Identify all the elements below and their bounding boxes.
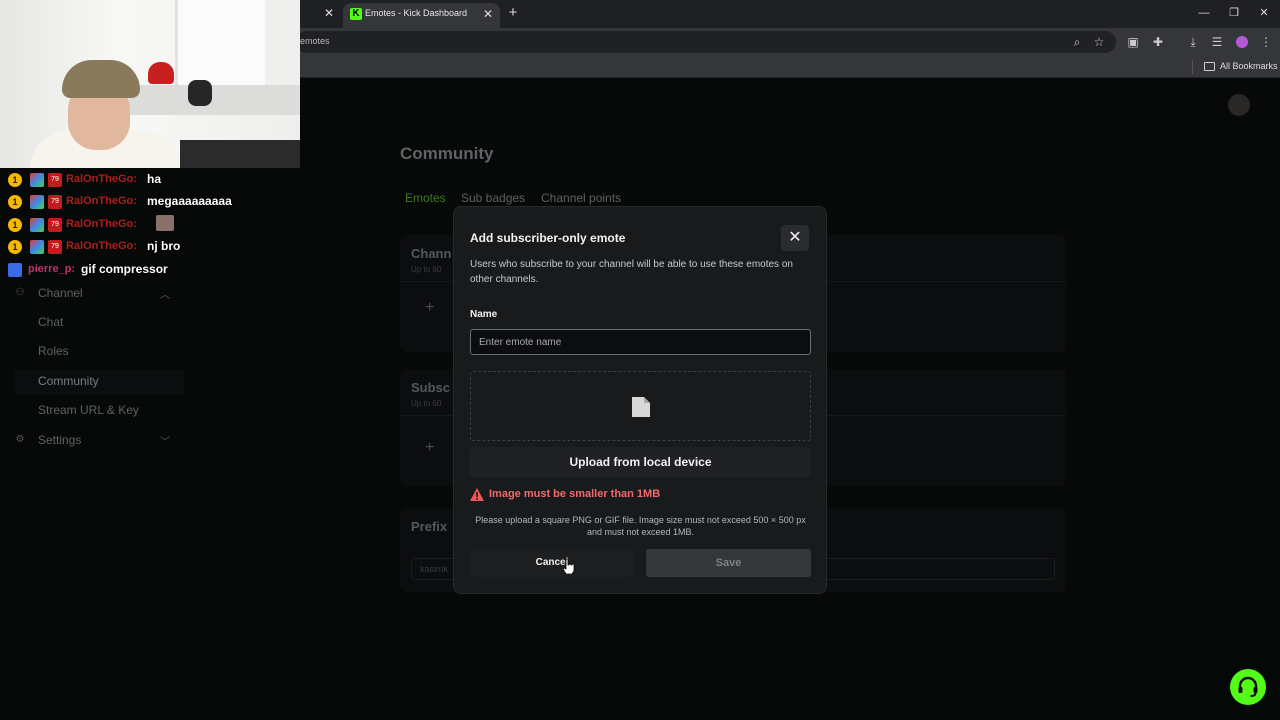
card-subtitle: Up to 60 xyxy=(411,265,442,274)
all-bookmarks-link[interactable]: All Bookmarks xyxy=(1220,61,1278,71)
badge-icon: 1 xyxy=(8,240,22,254)
badge-icon: 1 xyxy=(8,173,22,187)
chat-emote-image xyxy=(156,215,174,231)
tab-emotes[interactable]: Emotes xyxy=(405,191,446,205)
inactive-tab-close-icon[interactable]: ✕ xyxy=(322,6,336,20)
address-text: emotes xyxy=(300,36,330,46)
restore-icon[interactable]: ❐ xyxy=(1224,5,1244,21)
name-label: Name xyxy=(470,309,498,320)
chat-text: ha xyxy=(147,172,162,186)
cancel-button[interactable]: Cancel xyxy=(470,549,634,577)
sidebar-item-channel[interactable]: ⚇ Channel ︿ xyxy=(14,281,184,307)
chat-username: pierre_p: xyxy=(28,263,76,275)
card-subtitle: Up to 60 xyxy=(411,399,442,408)
bookmark-star-icon[interactable]: ☆ xyxy=(1091,34,1107,50)
hand-cursor-icon xyxy=(563,558,575,574)
card-title: Subsc xyxy=(411,380,451,395)
bookmarks-separator xyxy=(1192,60,1193,74)
chat-text: gif compressor xyxy=(81,262,168,276)
webcam-figurine xyxy=(188,80,212,106)
tab-title: Emotes - Kick Dashboard xyxy=(365,8,468,18)
chat-username: RalOnTheGo: xyxy=(66,173,137,185)
address-bar[interactable]: emotes ⌕ ☆ xyxy=(296,31,1116,53)
window-close-icon[interactable]: ✕ xyxy=(1254,5,1274,21)
sidebar-item-chat[interactable]: Chat xyxy=(14,310,184,336)
chat-message: 1 79 RalOnTheGo: megaaaaaaaaa xyxy=(8,192,308,212)
tab-close-icon[interactable]: ✕ xyxy=(481,7,495,21)
sidebar-item-roles[interactable]: Roles xyxy=(14,339,184,365)
upload-from-device-button[interactable]: Upload from local device xyxy=(470,447,811,477)
chat-text: nj bro xyxy=(147,239,181,253)
warning-icon xyxy=(470,488,484,501)
badge-icon: 1 xyxy=(8,195,22,209)
puzzle-extensions-icon[interactable]: ✚ xyxy=(1150,34,1166,50)
image-dropzone[interactable] xyxy=(470,371,811,441)
badge-icon: 79 xyxy=(48,218,62,232)
add-sub-emote-plus-icon[interactable]: + xyxy=(425,439,434,457)
card-title: Chann xyxy=(411,246,452,261)
webcam-red-cap xyxy=(148,62,174,84)
extension-icon[interactable]: ▣ xyxy=(1125,34,1141,50)
browser-tab-active[interactable]: K Emotes - Kick Dashboard ✕ xyxy=(343,3,500,28)
modal-title: Add subscriber-only emote xyxy=(470,231,626,245)
folder-icon xyxy=(1204,62,1215,71)
people-icon: ⚇ xyxy=(15,287,25,298)
badge-icon: 79 xyxy=(48,173,62,187)
new-tab-plus-icon[interactable]: + xyxy=(505,5,521,21)
sidebar-item-stream-url[interactable]: Stream URL & Key xyxy=(14,398,184,424)
chat-username: RalOnTheGo: xyxy=(66,195,137,207)
badge-icon xyxy=(30,240,44,254)
gear-icon: ⚙ xyxy=(15,434,25,445)
badge-icon: 79 xyxy=(48,240,62,254)
tab-sub-badges[interactable]: Sub badges xyxy=(461,191,525,205)
badge-icon xyxy=(30,173,44,187)
zoom-icon[interactable]: ⌕ xyxy=(1069,34,1085,50)
save-button[interactable]: Save xyxy=(646,549,811,577)
headset-icon xyxy=(1238,676,1258,697)
close-icon[interactable]: ✕ xyxy=(781,225,809,251)
chat-text: megaaaaaaaaa xyxy=(147,194,232,208)
profile-avatar[interactable] xyxy=(1236,36,1248,48)
chat-message: 1 79 RalOnTheGo: nj bro xyxy=(8,237,308,257)
minimize-icon[interactable]: — xyxy=(1194,5,1214,21)
badge-icon: 1 xyxy=(8,218,22,232)
chat-username: RalOnTheGo: xyxy=(66,218,137,230)
add-emote-modal: Add subscriber-only emote ✕ Users who su… xyxy=(453,206,827,594)
webcam-hair xyxy=(62,60,140,98)
error-text: Image must be smaller than 1MB xyxy=(489,488,661,500)
menu-kebab-icon[interactable]: ⋮ xyxy=(1258,34,1274,50)
webcam-overlay xyxy=(0,0,300,168)
modal-description: Users who subscribe to your channel will… xyxy=(470,259,793,285)
webcam-window xyxy=(175,0,265,90)
support-chat-button[interactable] xyxy=(1230,669,1266,705)
chevron-up-icon: ︿ xyxy=(160,290,170,301)
add-emote-plus-icon[interactable]: + xyxy=(425,299,434,317)
prefix-value: kasimk xyxy=(420,564,449,574)
download-icon[interactable]: ⤓ xyxy=(1185,34,1201,50)
media-icon[interactable]: ☰ xyxy=(1209,34,1225,50)
sidebar-item-community[interactable]: Community xyxy=(14,369,184,395)
chat-message: pierre_p: gif compressor xyxy=(8,260,308,280)
chevron-down-icon: ﹀ xyxy=(160,437,170,448)
card-title: Prefix xyxy=(411,519,448,534)
upload-hint: Please upload a square PNG or GIF file. … xyxy=(475,515,806,537)
chat-message: 1 79 RalOnTheGo: ha xyxy=(8,170,308,190)
badge-icon xyxy=(30,195,44,209)
kick-favicon-icon: K xyxy=(350,8,362,20)
sidebar-item-settings[interactable]: ⚙ Settings ﹀ xyxy=(14,428,184,454)
page-title: Community xyxy=(400,144,494,163)
user-avatar[interactable] xyxy=(1228,94,1250,116)
badge-icon: 79 xyxy=(48,195,62,209)
tab-channel-points[interactable]: Channel points xyxy=(541,191,621,205)
chat-message: 1 79 RalOnTheGo: xyxy=(8,215,308,235)
emote-name-input[interactable] xyxy=(470,329,811,355)
badge-icon xyxy=(30,218,44,232)
file-placeholder-icon xyxy=(632,397,650,417)
badge-icon xyxy=(8,263,22,277)
webcam-arm xyxy=(180,140,300,168)
chat-username: RalOnTheGo: xyxy=(66,240,137,252)
